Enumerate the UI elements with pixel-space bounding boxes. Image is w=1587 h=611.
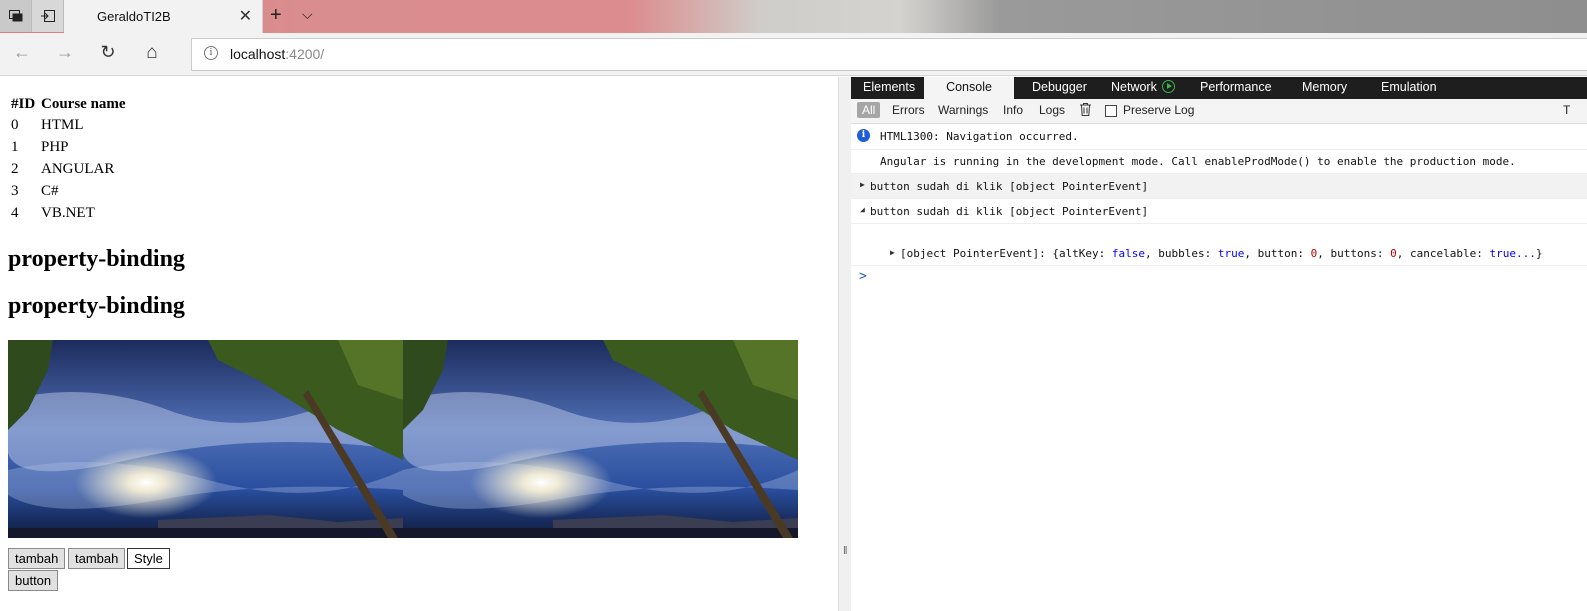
expand-triangle-icon[interactable]: ▶ bbox=[860, 180, 865, 189]
filter-info[interactable]: Info bbox=[1003, 103, 1023, 117]
filter-errors[interactable]: Errors bbox=[892, 103, 925, 117]
devtools-tabs: Elements Console Debugger Network Perfor… bbox=[851, 77, 1587, 99]
new-tab-icon[interactable]: + bbox=[270, 4, 282, 27]
tab-elements[interactable]: Elements bbox=[851, 77, 927, 99]
filter-all[interactable]: All bbox=[857, 102, 881, 118]
console-prompt[interactable]: > bbox=[859, 269, 867, 284]
address-url: localhost:4200/ bbox=[230, 46, 325, 62]
tab-emulation[interactable]: Emulation bbox=[1369, 77, 1449, 99]
style-button[interactable]: Style bbox=[127, 548, 170, 569]
tab-memory[interactable]: Memory bbox=[1290, 77, 1359, 99]
back-icon[interactable]: ← bbox=[10, 42, 34, 63]
devtools-panel: Elements Console Debugger Network Perfor… bbox=[851, 77, 1587, 611]
table-header-row: #ID Course name bbox=[10, 95, 127, 114]
beach-image bbox=[403, 340, 798, 538]
grip-icon[interactable]: ‖ bbox=[843, 545, 848, 557]
course-name: HTML bbox=[41, 116, 84, 133]
console-message[interactable]: ▶ button sudah di klik [object PointerEv… bbox=[851, 174, 1587, 199]
image-row bbox=[8, 340, 798, 538]
tab-network[interactable]: Network bbox=[1099, 77, 1187, 99]
course-id: 4 bbox=[11, 204, 19, 221]
course-name: VB.NET bbox=[41, 204, 95, 221]
course-id: 0 bbox=[11, 116, 19, 133]
console-filter-bar: All Errors Warnings Info Logs Preserve L… bbox=[851, 99, 1587, 124]
set-aside-tabs-icon[interactable] bbox=[32, 0, 64, 32]
refresh-icon[interactable]: ↻ bbox=[96, 42, 120, 63]
property-binding-heading: property-binding bbox=[8, 293, 185, 319]
table-row: 4 VB.NET bbox=[10, 202, 127, 224]
id-header: #ID bbox=[11, 96, 36, 112]
property-binding-heading: property-binding bbox=[8, 246, 185, 272]
course-name: C# bbox=[41, 182, 59, 199]
beach-image bbox=[8, 340, 403, 538]
button-button[interactable]: button bbox=[8, 570, 59, 591]
table-row: 3 C# bbox=[10, 180, 127, 202]
tab-list-chevron-icon[interactable]: ⌵ bbox=[302, 6, 313, 23]
site-info-icon[interactable]: i bbox=[204, 46, 218, 60]
address-bar[interactable]: i localhost:4200/ bbox=[191, 38, 1587, 71]
tambah-button[interactable]: tambah bbox=[8, 548, 66, 569]
course-name: PHP bbox=[41, 138, 69, 155]
message-text: button sudah di klik [object PointerEven… bbox=[870, 180, 1149, 193]
table-row: 1 PHP bbox=[10, 136, 127, 158]
course-table: #ID Course name 0 HTML 1 PHP 2 ANGULAR 3… bbox=[10, 95, 127, 224]
info-icon: i bbox=[857, 129, 870, 142]
record-icon bbox=[1162, 80, 1176, 93]
expand-triangle-icon[interactable]: ▶ bbox=[890, 248, 895, 257]
course-id: 1 bbox=[11, 138, 19, 155]
preserve-log-checkbox[interactable] bbox=[1105, 105, 1117, 117]
console-message: Angular is running in the development mo… bbox=[851, 150, 1587, 174]
filter-warnings[interactable]: Warnings bbox=[938, 103, 988, 117]
course-name: ANGULAR bbox=[41, 160, 115, 177]
home-icon[interactable]: ⌂ bbox=[140, 42, 164, 64]
navigation-bar: ← → ↻ ⌂ i localhost:4200/ bbox=[0, 33, 1587, 76]
console-object[interactable]: ▶ [object PointerEvent]: {altKey: false,… bbox=[851, 224, 1587, 266]
tab-actions-icon[interactable] bbox=[0, 0, 32, 32]
truncated-label: T bbox=[1563, 103, 1571, 117]
collapse-triangle-icon[interactable]: ◢ bbox=[860, 205, 865, 214]
console-message[interactable]: ◢ button sudah di klik [object PointerEv… bbox=[851, 199, 1587, 224]
browser-tab[interactable]: GeraldoTI2B ✕ bbox=[64, 0, 263, 33]
page-content: #ID Course name 0 HTML 1 PHP 2 ANGULAR 3… bbox=[0, 77, 838, 611]
tab-debugger[interactable]: Debugger bbox=[1020, 77, 1099, 99]
course-id: 3 bbox=[11, 182, 19, 199]
tab-title: GeraldoTI2B bbox=[97, 9, 171, 24]
tab-close-icon[interactable]: ✕ bbox=[239, 6, 252, 26]
tambah-button[interactable]: tambah bbox=[68, 548, 126, 569]
clear-console-icon[interactable] bbox=[1080, 103, 1091, 119]
table-row: 2 ANGULAR bbox=[10, 158, 127, 180]
message-text: HTML1300: Navigation occurred. bbox=[880, 130, 1079, 143]
object-preview: [object PointerEvent]: {altKey: false, b… bbox=[900, 247, 1543, 260]
table-row: 0 HTML bbox=[10, 114, 127, 136]
preserve-log-label: Preserve Log bbox=[1123, 103, 1195, 117]
tab-bar: GeraldoTI2B ✕ + ⌵ bbox=[0, 0, 1587, 33]
filter-logs[interactable]: Logs bbox=[1039, 103, 1065, 117]
devtools-splitter[interactable]: ‖ bbox=[838, 77, 851, 611]
course-id: 2 bbox=[11, 160, 19, 177]
tab-console[interactable]: Console bbox=[924, 77, 1014, 99]
forward-icon[interactable]: → bbox=[53, 42, 77, 63]
tab-performance[interactable]: Performance bbox=[1188, 77, 1284, 99]
console-message: i HTML1300: Navigation occurred. bbox=[851, 124, 1587, 150]
course-name-header: Course name bbox=[41, 96, 126, 112]
message-text: button sudah di klik [object PointerEven… bbox=[870, 205, 1149, 218]
message-text: Angular is running in the development mo… bbox=[880, 155, 1516, 168]
